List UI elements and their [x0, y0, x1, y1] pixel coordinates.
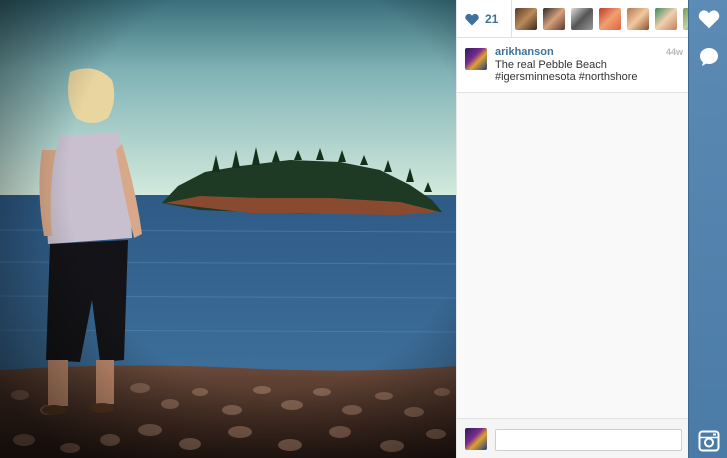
action-strip	[688, 0, 727, 458]
caption-hashtags[interactable]: #igersminnesota #northshore	[495, 71, 675, 83]
post-photo[interactable]	[0, 0, 456, 458]
comment-button[interactable]	[696, 44, 722, 70]
viewer-avatar	[465, 428, 487, 450]
liker-avatar[interactable]	[515, 8, 537, 30]
like-count-button[interactable]: 21	[465, 8, 511, 30]
like-button[interactable]	[696, 6, 722, 32]
post-detail-panel: 21 arikhanson 44w The real Pebble Beach …	[456, 0, 689, 458]
lake-shore-photo	[0, 0, 456, 458]
avatar[interactable]	[465, 48, 487, 70]
post-age: 44w	[665, 47, 683, 57]
liker-avatar[interactable]	[543, 8, 565, 30]
instagram-camera-icon	[698, 430, 720, 452]
caption-line: The real Pebble Beach	[495, 59, 607, 71]
like-count: 21	[485, 12, 499, 26]
heart-icon	[698, 10, 720, 29]
comment-bar	[457, 418, 689, 458]
comment-input[interactable]	[495, 429, 682, 451]
liker-avatar[interactable]	[571, 8, 593, 30]
liker-avatar[interactable]	[627, 8, 649, 30]
username-link[interactable]: arikhanson	[495, 46, 554, 58]
liker-avatar[interactable]	[655, 8, 677, 30]
heart-icon	[465, 13, 479, 25]
caption: arikhanson 44w The real Pebble Beach #ig…	[457, 38, 689, 93]
likes-bar: 21	[457, 0, 689, 38]
caption-text: The real Pebble Beach #igersminnesota #n…	[495, 59, 675, 83]
likers-list	[511, 0, 689, 38]
liker-avatar[interactable]	[599, 8, 621, 30]
speech-bubble-icon	[700, 48, 718, 66]
instagram-button[interactable]	[696, 428, 722, 454]
